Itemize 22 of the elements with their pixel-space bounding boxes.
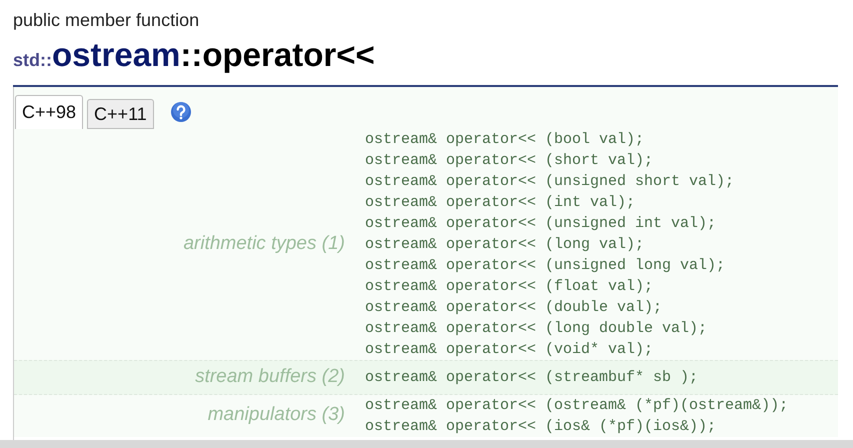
code-line: ostream& operator<< (unsigned long val); xyxy=(365,256,726,276)
version-tab[interactable]: C++98 xyxy=(15,95,84,129)
code-line: ostream& operator<< (void* val); xyxy=(365,340,654,360)
category-label: public member function xyxy=(13,9,200,31)
code-line: ostream& operator<< (unsigned int val); xyxy=(365,214,716,234)
help-icon[interactable] xyxy=(170,101,192,123)
code-line: ostream& operator<< (streambuf* sb ); xyxy=(365,368,698,388)
code-line: ostream& operator<< (double val); xyxy=(365,298,662,318)
code-line: ostream& operator<< (short val); xyxy=(365,151,654,171)
code-line: ostream& operator<< (long val); xyxy=(365,235,644,255)
code-line: ostream& operator<< (unsigned short val); xyxy=(365,172,734,192)
page-title: std::ostream::operator<< xyxy=(13,37,375,75)
code-line: ostream& operator<< (long double val); xyxy=(365,319,708,339)
code-line: ostream& operator<< (ostream& (*pf)(ostream&)); xyxy=(365,396,788,416)
code-line: ostream& operator<< (bool val); xyxy=(365,130,644,150)
code-line: ostream& operator<< (float val); xyxy=(365,277,654,297)
code-line: ostream& operator<< (ios& (*pf)(ios&)); xyxy=(365,416,716,436)
code-line: ostream& operator<< (int val); xyxy=(365,193,636,213)
group-label: stream buffers (2) xyxy=(195,365,345,389)
version-tab[interactable]: C++11 xyxy=(87,99,154,129)
group-label: manipulators (3) xyxy=(208,403,345,428)
group-label: arithmetic types (1) xyxy=(183,232,345,256)
